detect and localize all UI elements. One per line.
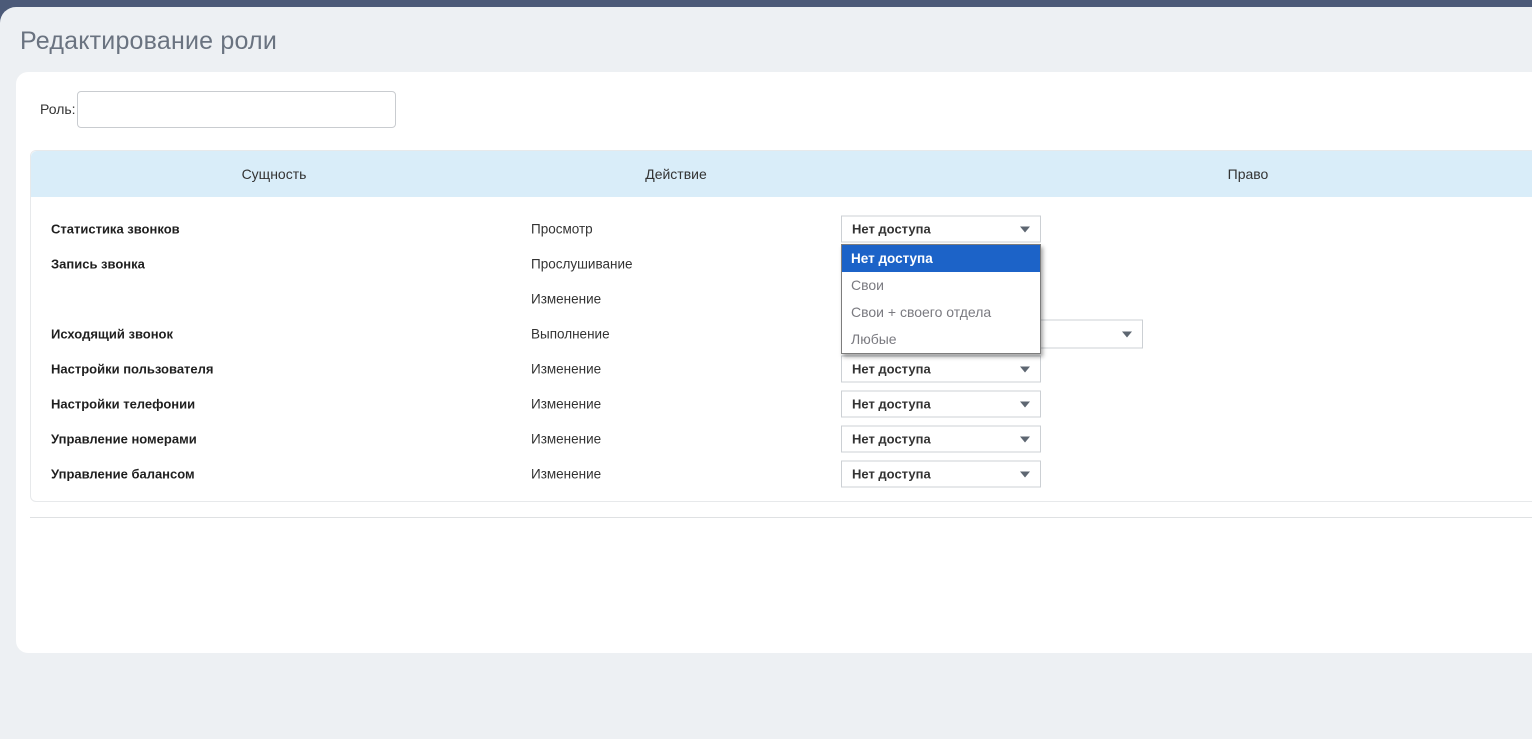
right-dropdown[interactable]: Нет доступа xyxy=(841,215,1041,242)
content-area: Редактирование роли Роль: Сущность Дейст… xyxy=(0,7,1532,739)
table-row-number-management: Управление номерами Изменение Нет доступ… xyxy=(31,421,1532,456)
action-cell: Изменение xyxy=(531,431,601,446)
action-cell: Изменение xyxy=(531,396,601,411)
action-cell: Изменение xyxy=(531,361,601,376)
role-edit-card: Роль: Сущность Действие Право Статистика… xyxy=(16,72,1532,653)
table-row-call-recording: Запись звонка Прослушивание xyxy=(31,246,1532,281)
action-cell: Прослушивание xyxy=(531,256,633,271)
dropdown-value: Нет доступа xyxy=(842,461,1040,486)
right-dropdown[interactable]: Нет доступа xyxy=(841,390,1041,417)
column-header-right: Право xyxy=(835,151,1532,197)
dropdown-option-no-access[interactable]: Нет доступа xyxy=(842,245,1040,272)
app-background: { "page": { "title": "Редактирование рол… xyxy=(0,0,1532,739)
entity-cell: Настройки пользователя xyxy=(51,361,214,376)
column-header-entity: Сущность xyxy=(31,151,517,197)
card-divider xyxy=(30,517,1532,518)
right-dropdown[interactable]: Нет доступа xyxy=(841,355,1041,382)
chevron-down-icon xyxy=(1020,472,1030,478)
page-title: Редактирование роли xyxy=(20,27,277,56)
table-header-row: Сущность Действие Право xyxy=(31,151,1532,197)
entity-cell: Исходящий звонок xyxy=(51,326,173,341)
chevron-down-icon xyxy=(1020,437,1030,443)
entity-cell: Настройки телефонии xyxy=(51,396,195,411)
role-label: Роль: xyxy=(40,91,76,128)
table-row-telephony-settings: Настройки телефонии Изменение Нет доступ… xyxy=(31,386,1532,421)
chevron-down-icon xyxy=(1020,402,1030,408)
table-row-user-settings: Настройки пользователя Изменение Нет дос… xyxy=(31,351,1532,386)
chevron-down-icon xyxy=(1122,332,1132,338)
action-cell: Изменение xyxy=(531,291,601,306)
table-row-balance-management: Управление балансом Изменение Нет доступ… xyxy=(31,456,1532,491)
dropdown-option-own-department[interactable]: Свои + своего отдела xyxy=(842,299,1040,326)
chevron-down-icon xyxy=(1020,227,1030,233)
entity-cell: Управление номерами xyxy=(51,431,197,446)
chevron-down-icon xyxy=(1020,367,1030,373)
right-dropdown[interactable]: Нет доступа xyxy=(841,460,1041,487)
dropdown-value: Нет доступа xyxy=(842,216,1040,241)
action-cell: Просмотр xyxy=(531,221,593,236)
table-body: Статистика звонков Просмотр Нет доступа … xyxy=(31,197,1532,491)
permissions-table: Сущность Действие Право Статистика звонк… xyxy=(30,150,1532,502)
right-dropdown[interactable]: Нет доступа xyxy=(841,425,1041,452)
dropdown-option-any[interactable]: Любые xyxy=(842,326,1040,353)
table-row-outgoing-call: Исходящий звонок Выполнение xyxy=(31,316,1532,351)
dropdown-value: Нет доступа xyxy=(842,391,1040,416)
role-input[interactable] xyxy=(77,91,396,128)
dropdown-option-own[interactable]: Свои xyxy=(842,272,1040,299)
table-row-call-statistics: Статистика звонков Просмотр Нет доступа xyxy=(31,211,1532,246)
column-header-action: Действие xyxy=(517,151,835,197)
entity-cell: Запись звонка xyxy=(51,256,145,271)
dropdown-value: Нет доступа xyxy=(842,356,1040,381)
action-cell: Выполнение xyxy=(531,326,610,341)
dropdown-value: Нет доступа xyxy=(842,426,1040,451)
entity-cell: Статистика звонков xyxy=(51,221,180,236)
action-cell: Изменение xyxy=(531,466,601,481)
right-dropdown-open-list: Нет доступа Свои Свои + своего отдела Лю… xyxy=(841,244,1041,354)
table-row-call-recording-edit: Изменение xyxy=(31,281,1532,316)
entity-cell: Управление балансом xyxy=(51,466,195,481)
